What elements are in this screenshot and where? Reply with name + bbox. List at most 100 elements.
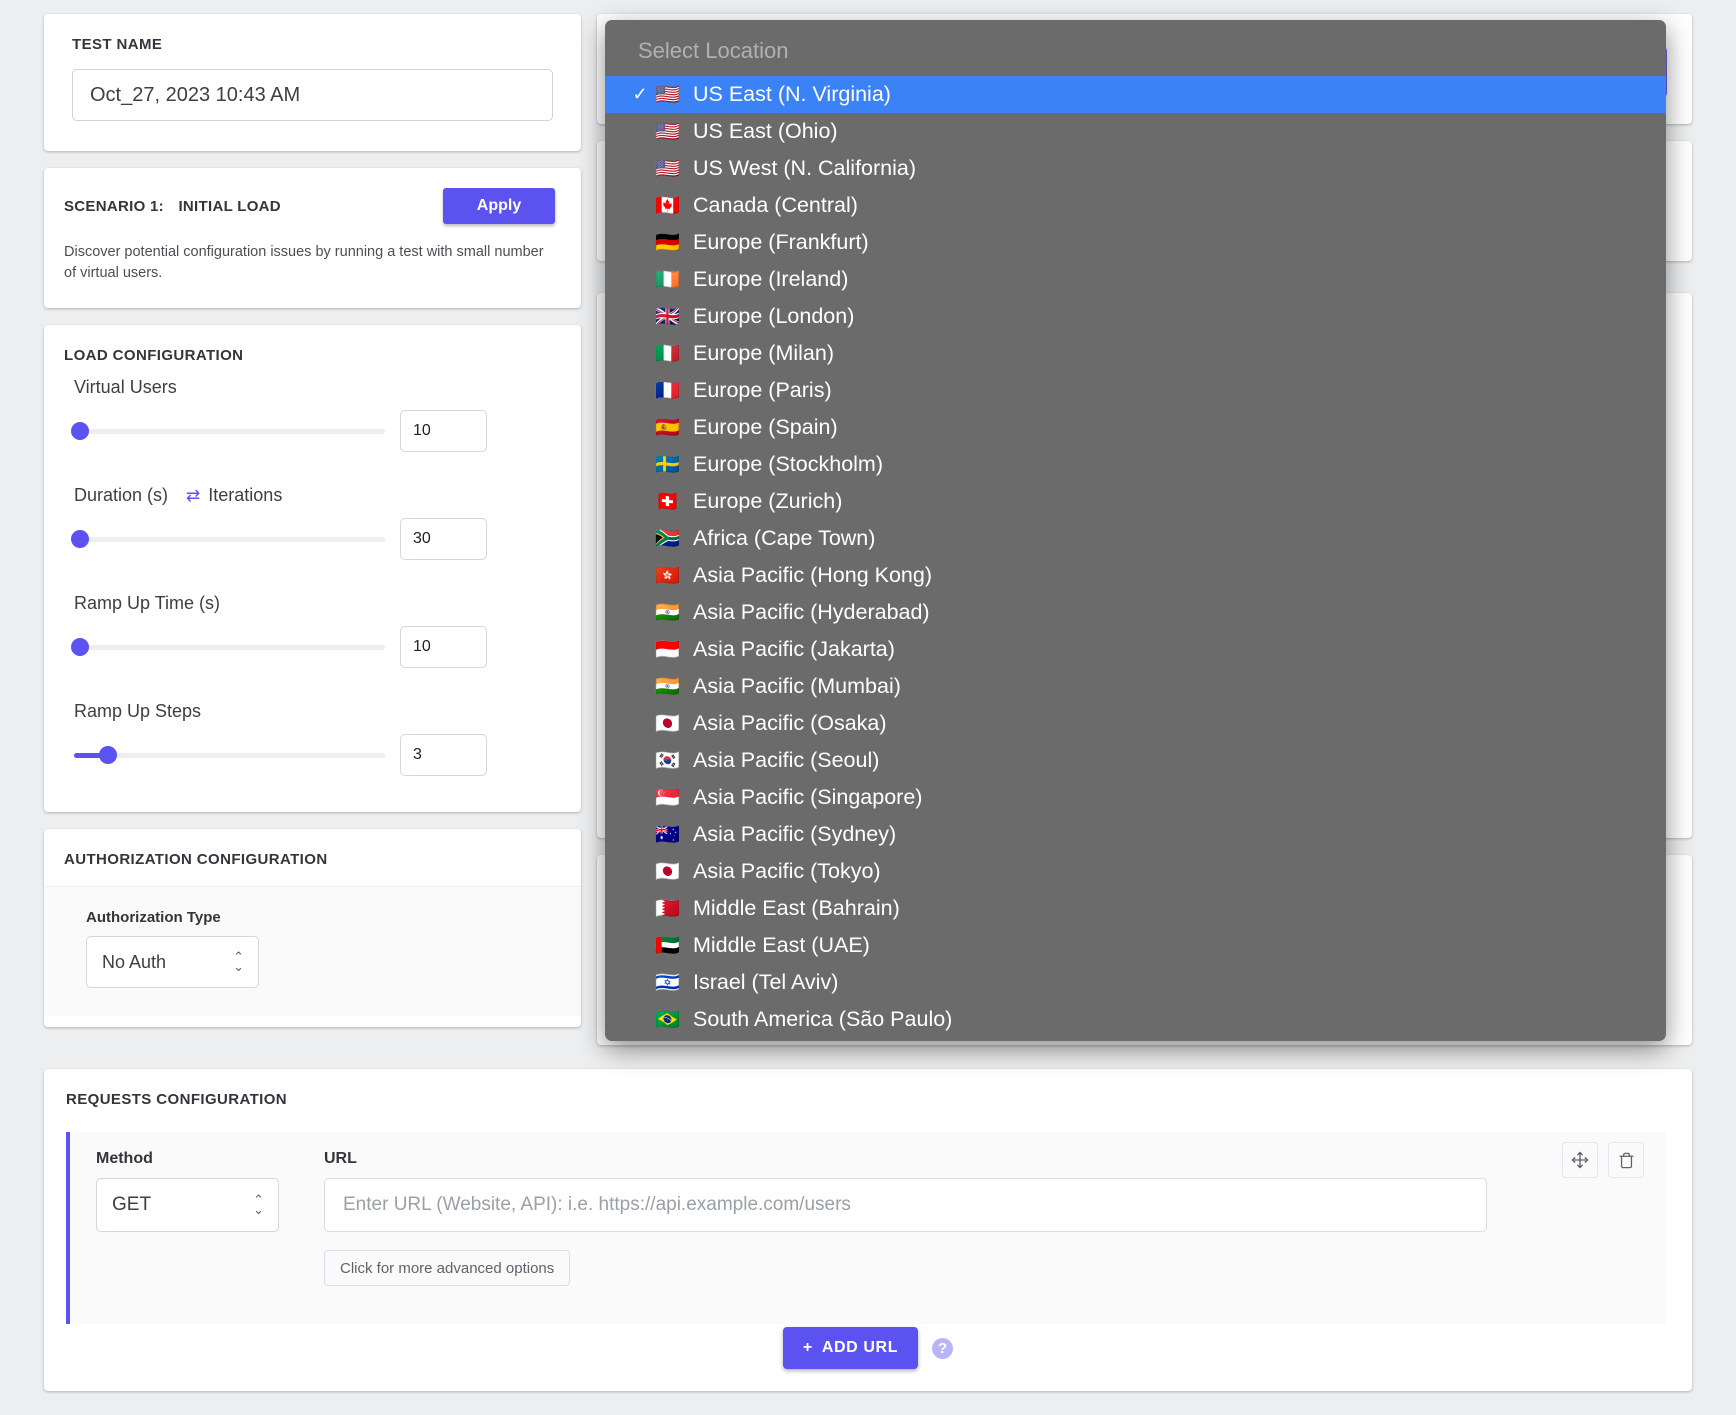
location-option[interactable]: 🇰🇷 Asia Pacific (Seoul) xyxy=(605,742,1666,779)
virtual-users-row xyxy=(71,410,555,453)
location-option-label: Asia Pacific (Osaka) xyxy=(693,711,887,735)
flag-icon: 🇸🇪 xyxy=(655,454,680,476)
ramp-up-time-slider[interactable] xyxy=(71,638,385,657)
location-option[interactable]: 🇦🇺 Asia Pacific (Sydney) xyxy=(605,816,1666,853)
left-column: TEST NAME SCENARIO 1: INITIAL LOAD Apply… xyxy=(44,14,581,1028)
location-option[interactable]: 🇮🇳 Asia Pacific (Hyderabad) xyxy=(605,594,1666,631)
location-option-label: Middle East (Bahrain) xyxy=(693,896,900,920)
location-option[interactable]: 🇺🇸 US East (Ohio) xyxy=(605,113,1666,150)
duration-slider[interactable] xyxy=(71,530,385,549)
duration-input[interactable] xyxy=(400,518,487,561)
location-option-label: Asia Pacific (Hyderabad) xyxy=(693,600,930,624)
scenario-number: SCENARIO 1: xyxy=(64,197,164,215)
location-option[interactable]: 🇮🇪 Europe (Ireland) xyxy=(605,261,1666,298)
flag-icon: 🇨🇦 xyxy=(655,195,680,217)
move-icon[interactable] xyxy=(1562,1142,1598,1178)
load-configuration-title: LOAD CONFIGURATION xyxy=(64,347,244,365)
test-name-input[interactable] xyxy=(72,69,553,121)
location-option[interactable]: 🇿🇦 Africa (Cape Town) xyxy=(605,520,1666,557)
flag-icon: 🇦🇪 xyxy=(655,935,680,957)
location-option[interactable]: 🇺🇸 US West (N. California) xyxy=(605,150,1666,187)
location-option-label: Europe (Frankfurt) xyxy=(693,230,869,254)
flag-icon: 🇮🇹 xyxy=(655,343,680,365)
location-dropdown[interactable]: Select Location ✓ 🇺🇸 US East (N. Virginia)… xyxy=(605,20,1666,1041)
url-input[interactable] xyxy=(324,1178,1487,1232)
ramp-up-steps-row xyxy=(74,734,555,777)
ramp-up-steps-input[interactable] xyxy=(400,734,487,777)
flag-icon: 🇪🇸 xyxy=(655,417,680,439)
location-option-label: Africa (Cape Town) xyxy=(693,526,876,550)
location-option-label: Europe (Spain) xyxy=(693,415,838,439)
ramp-up-steps-slider[interactable] xyxy=(74,746,385,765)
apply-button[interactable]: Apply xyxy=(443,188,555,224)
flag-icon: 🇧🇭 xyxy=(655,898,680,920)
location-option[interactable]: 🇦🇪 Middle East (UAE) xyxy=(605,927,1666,964)
method-select[interactable]: GET ⌃ ⌄ xyxy=(96,1178,279,1232)
flag-icon: 🇧🇷 xyxy=(655,1009,680,1031)
authorization-type-value: No Auth xyxy=(102,951,167,972)
location-option-label: Europe (Ireland) xyxy=(693,267,849,291)
location-option-label: Asia Pacific (Mumbai) xyxy=(693,674,901,698)
location-option-label: Asia Pacific (Tokyo) xyxy=(693,859,881,883)
location-option[interactable]: 🇮🇳 Asia Pacific (Mumbai) xyxy=(605,668,1666,705)
swap-horizontal-icon[interactable]: ⇄ xyxy=(186,486,200,506)
flag-icon: 🇭🇰 xyxy=(655,565,680,587)
location-option[interactable]: 🇮🇱 Israel (Tel Aviv) xyxy=(605,964,1666,1001)
iterations-label[interactable]: Iterations xyxy=(208,485,282,506)
location-option-label: Asia Pacific (Hong Kong) xyxy=(693,563,932,587)
field-duration: Duration (s) ⇄ Iterations xyxy=(71,485,555,561)
location-option[interactable]: ✓ 🇺🇸 US East (N. Virginia) xyxy=(605,76,1666,113)
location-option-label: South America (São Paulo) xyxy=(693,1007,953,1031)
request-row: Method GET ⌃⌄ URL Click for more advance… xyxy=(66,1132,1666,1324)
location-option-label: US East (N. Virginia) xyxy=(693,82,891,106)
location-option[interactable]: 🇧🇭 Middle East (Bahrain) xyxy=(605,890,1666,927)
location-option[interactable]: 🇪🇸 Europe (Spain) xyxy=(605,409,1666,446)
add-url-button[interactable]: + ADD URL xyxy=(782,1327,919,1369)
virtual-users-slider[interactable] xyxy=(71,422,385,441)
location-option-label: Asia Pacific (Seoul) xyxy=(693,748,880,772)
ramp-up-time-input[interactable] xyxy=(400,626,487,669)
location-option[interactable]: 🇨🇦 Canada (Central) xyxy=(605,187,1666,224)
ramp-up-steps-label: Ramp Up Steps xyxy=(74,701,202,722)
location-option-label: US East (Ohio) xyxy=(693,119,838,143)
authorization-card: AUTHORIZATION CONFIGURATION Authorizatio… xyxy=(44,829,581,1028)
location-option[interactable]: 🇩🇪 Europe (Frankfurt) xyxy=(605,224,1666,261)
location-option-label: Europe (Paris) xyxy=(693,378,832,402)
trash-icon[interactable] xyxy=(1608,1142,1644,1178)
requests-configuration-title: REQUESTS CONFIGURATION xyxy=(66,1091,288,1108)
help-icon[interactable]: ? xyxy=(932,1337,954,1359)
check-icon: ✓ xyxy=(632,84,648,104)
plus-icon: + xyxy=(802,1339,813,1356)
location-option[interactable]: 🇫🇷 Europe (Paris) xyxy=(605,372,1666,409)
requests-configuration-card: REQUESTS CONFIGURATION Method GET ⌃ ⌄ URL… xyxy=(44,1069,1692,1391)
location-option[interactable]: 🇸🇪 Europe (Stockholm) xyxy=(605,446,1666,483)
location-option[interactable]: 🇯🇵 Asia Pacific (Osaka) xyxy=(605,705,1666,742)
virtual-users-input[interactable] xyxy=(400,410,487,453)
scenario-description: Discover potential configuration issues … xyxy=(64,244,544,282)
authorization-body: Authorization Type No Auth ⌃ ⌄ xyxy=(44,886,581,1017)
location-option[interactable]: 🇭🇰 Asia Pacific (Hong Kong) xyxy=(605,557,1666,594)
location-option[interactable]: 🇨🇭 Europe (Zurich) xyxy=(605,483,1666,520)
flag-icon: 🇯🇵 xyxy=(655,713,680,735)
advanced-options-button[interactable]: Click for more advanced options xyxy=(324,1250,571,1286)
location-option[interactable]: 🇬🇧 Europe (London) xyxy=(605,298,1666,335)
method-label: Method xyxy=(96,1150,153,1167)
location-option-label: Europe (Milan) xyxy=(693,341,834,365)
location-option[interactable]: 🇮🇩 Asia Pacific (Jakarta) xyxy=(605,631,1666,668)
location-option-label: US West (N. California) xyxy=(693,156,917,180)
flag-icon: 🇯🇵 xyxy=(655,861,680,883)
location-option-label: Asia Pacific (Sydney) xyxy=(693,822,897,846)
location-option[interactable]: 🇸🇬 Asia Pacific (Singapore) xyxy=(605,779,1666,816)
flag-icon: 🇫🇷 xyxy=(655,380,680,402)
scenario-title: SCENARIO 1: INITIAL LOAD xyxy=(64,198,281,215)
flag-icon: 🇩🇪 xyxy=(655,232,680,254)
location-option[interactable]: 🇮🇹 Europe (Milan) xyxy=(605,335,1666,372)
flag-icon: 🇺🇸 xyxy=(655,121,680,143)
location-option[interactable]: 🇯🇵 Asia Pacific (Tokyo) xyxy=(605,853,1666,890)
location-dropdown-list: ✓ 🇺🇸 US East (N. Virginia) 🇺🇸 US East (Ohio)… xyxy=(605,76,1666,1038)
request-method-column: Method GET ⌃ ⌄ xyxy=(96,1150,324,1324)
location-option-label: Canada (Central) xyxy=(693,193,858,217)
location-option[interactable]: 🇧🇷 South America (São Paulo) xyxy=(605,1001,1666,1038)
virtual-users-label: Virtual Users xyxy=(74,377,177,398)
authorization-type-select[interactable]: No Auth ⌃ ⌄ xyxy=(86,936,259,989)
